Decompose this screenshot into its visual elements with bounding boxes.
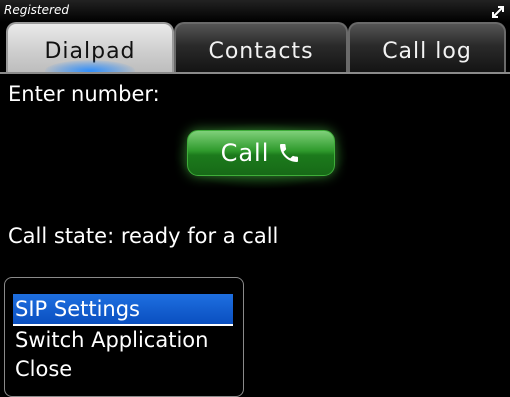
- menu-item-label: Switch Application: [15, 328, 209, 352]
- menu-item-close[interactable]: Close: [13, 354, 233, 384]
- status-bar: Registered: [0, 0, 510, 22]
- call-button-label: Call: [220, 139, 270, 167]
- tab-call-log-label: Call log: [382, 39, 472, 64]
- menu-item-label: Close: [15, 357, 73, 381]
- call-state-text: Call state: ready for a call: [8, 224, 279, 248]
- expand-arrows-icon[interactable]: [490, 4, 506, 20]
- context-menu: SIP Settings Switch Application Close: [4, 277, 244, 397]
- tab-contacts-label: Contacts: [208, 39, 314, 64]
- tab-dialpad[interactable]: Dialpad: [6, 22, 174, 72]
- menu-item-label: SIP Settings: [15, 297, 140, 321]
- call-button[interactable]: Call: [187, 130, 335, 176]
- menu-item-sip-settings[interactable]: SIP Settings: [13, 294, 233, 326]
- tab-contacts[interactable]: Contacts: [174, 22, 348, 72]
- registration-status: Registered: [4, 3, 69, 17]
- enter-number-label: Enter number:: [8, 82, 160, 106]
- tab-call-log[interactable]: Call log: [348, 22, 506, 72]
- tab-divider: [0, 72, 510, 74]
- phone-handset-icon: [280, 144, 299, 162]
- tab-bar: Dialpad Contacts Call log: [6, 20, 506, 72]
- menu-item-switch-application[interactable]: Switch Application: [13, 325, 233, 355]
